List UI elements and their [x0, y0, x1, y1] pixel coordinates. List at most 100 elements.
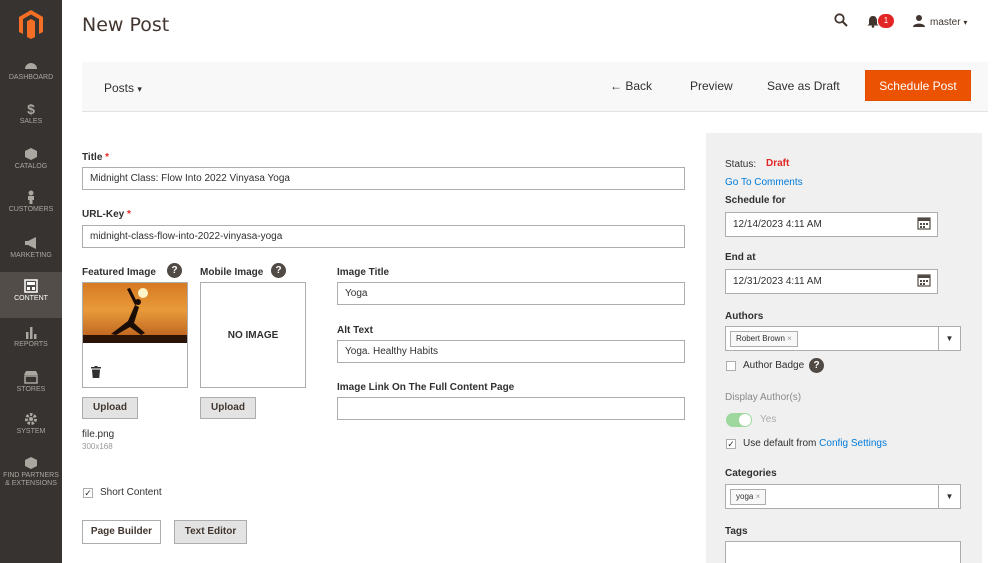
featured-image-label: Featured Image — [82, 267, 156, 278]
calendar-icon[interactable] — [917, 273, 931, 290]
categories-label: Categories — [725, 468, 777, 479]
end-at-label: End at — [725, 252, 756, 263]
tags-label: Tags — [725, 526, 748, 537]
required-asterisk: * — [127, 209, 131, 220]
bar-chart-icon — [23, 325, 39, 339]
category-tag-text: yoga — [736, 492, 754, 501]
sidebar-item-marketing[interactable]: MARKETING — [0, 236, 62, 266]
use-default-checkbox[interactable]: ✓ — [726, 439, 736, 449]
content-icon — [23, 279, 39, 293]
admin-sidebar: DASHBOARD $ SALES CATALOG CUSTOMERS MARK… — [0, 0, 62, 563]
sidebar-item-content[interactable]: CONTENT — [0, 272, 62, 318]
help-icon[interactable]: ? — [809, 358, 824, 373]
display-authors-label: Display Author(s) — [725, 392, 802, 403]
categories-select[interactable]: yoga × ▼ — [725, 484, 961, 509]
page-actions-bar — [82, 62, 988, 112]
gear-icon — [23, 412, 39, 426]
category-tag: yoga × — [730, 489, 767, 505]
megaphone-icon — [23, 236, 39, 250]
text-editor-button[interactable]: Text Editor — [174, 520, 247, 544]
use-default-text: Use default from — [743, 438, 817, 449]
short-content-checkbox[interactable]: ✓ — [83, 488, 93, 498]
back-button[interactable]: ← Back — [610, 79, 652, 93]
sidebar-item-label: SYSTEM — [16, 428, 46, 435]
save-draft-button[interactable]: Save as Draft — [767, 79, 840, 93]
magento-logo-icon[interactable] — [13, 6, 49, 42]
page-builder-button[interactable]: Page Builder — [82, 520, 161, 544]
no-image-text: NO IMAGE — [227, 330, 279, 341]
authors-select[interactable]: Robert Brown × ▼ — [725, 326, 961, 351]
dollar-icon: $ — [27, 101, 35, 117]
sidebar-item-dashboard[interactable]: DASHBOARD — [0, 58, 62, 90]
short-content-label: Short Content — [100, 487, 162, 498]
tags-input[interactable] — [725, 541, 961, 563]
sidebar-item-catalog[interactable]: CATALOG — [0, 147, 62, 177]
featured-image-thumbnail[interactable] — [83, 283, 187, 343]
posts-dropdown-label: Posts — [104, 81, 135, 95]
caret-down-icon: ▾ — [963, 18, 968, 27]
person-icon — [23, 190, 39, 204]
caret-down-icon: ▾ — [137, 84, 142, 94]
chevron-down-icon[interactable]: ▼ — [938, 327, 960, 350]
title-label-text: Title — [82, 152, 103, 163]
user-icon[interactable] — [912, 14, 926, 31]
sidebar-item-label: FIND PARTNERS & EXTENSIONS — [3, 472, 59, 487]
mobile-image-label: Mobile Image — [200, 267, 264, 278]
remove-tag-icon[interactable]: × — [787, 334, 792, 343]
user-menu[interactable]: master ▾ — [930, 17, 967, 28]
file-name: file.png — [82, 429, 115, 440]
use-default-label: Use default from Config Settings — [743, 438, 887, 449]
search-icon[interactable] — [834, 13, 848, 30]
featured-image-box — [82, 282, 188, 388]
schedule-date-input[interactable]: 12/14/2023 4:11 AM — [725, 212, 938, 237]
sidebar-item-sales[interactable]: $ SALES — [0, 102, 62, 132]
sidebar-item-customers[interactable]: CUSTOMERS — [0, 190, 62, 220]
sidebar-item-system[interactable]: SYSTEM — [0, 412, 62, 442]
file-dimensions: 300x168 — [82, 442, 113, 451]
remove-tag-icon[interactable]: × — [756, 492, 761, 501]
status-label: Status: — [725, 159, 757, 170]
help-icon[interactable]: ? — [167, 263, 182, 278]
trash-icon[interactable] — [91, 366, 101, 381]
sidebar-item-label: CUSTOMERS — [8, 206, 54, 213]
config-settings-link[interactable]: Config Settings — [819, 438, 887, 449]
status-value: Draft — [766, 158, 790, 169]
sidebar-item-stores[interactable]: STORES — [0, 370, 62, 400]
schedule-label: Schedule for — [725, 195, 786, 206]
box-icon — [23, 147, 39, 161]
urlkey-label-text: URL-Key — [82, 209, 125, 220]
mobile-image-box: NO IMAGE — [200, 282, 306, 388]
notification-badge[interactable]: 1 — [878, 14, 894, 28]
chevron-down-icon[interactable]: ▼ — [938, 485, 960, 508]
schedule-post-button[interactable]: Schedule Post — [865, 70, 971, 101]
sidebar-item-partners[interactable]: FIND PARTNERS & EXTENSIONS — [0, 456, 62, 496]
dashboard-icon — [23, 58, 39, 72]
image-link-label: Image Link On The Full Content Page — [337, 382, 515, 393]
display-authors-toggle[interactable] — [726, 413, 752, 427]
sidebar-item-label: MARKETING — [10, 252, 52, 259]
help-icon[interactable]: ? — [271, 263, 286, 278]
image-link-input[interactable] — [337, 397, 685, 420]
sidebar-item-label: CATALOG — [14, 163, 48, 170]
alt-text-input[interactable]: Yoga. Healthy Habits — [337, 340, 685, 363]
image-title-label: Image Title — [337, 267, 390, 278]
end-date-input[interactable]: 12/31/2023 4:11 AM — [725, 269, 938, 294]
author-badge-checkbox[interactable] — [726, 361, 736, 371]
author-badge-label: Author Badge — [743, 360, 805, 371]
title-input[interactable]: Midnight Class: Flow Into 2022 Vinyasa Y… — [82, 167, 685, 190]
sidebar-item-reports[interactable]: REPORTS — [0, 325, 62, 355]
sidebar-item-label: CONTENT — [14, 295, 48, 302]
arrow-left-icon: ← — [610, 79, 622, 93]
upload-featured-button[interactable]: Upload — [82, 397, 138, 419]
urlkey-input[interactable]: midnight-class-flow-into-2022-vinyasa-yo… — [82, 225, 685, 248]
posts-dropdown[interactable]: Posts ▾ — [104, 81, 142, 95]
sidebar-item-label: REPORTS — [14, 341, 48, 348]
image-title-input[interactable]: Yoga — [337, 282, 685, 305]
calendar-icon[interactable] — [917, 216, 931, 233]
urlkey-label: URL-Key * — [82, 209, 131, 220]
go-to-comments-link[interactable]: Go To Comments — [725, 177, 803, 188]
store-icon — [23, 370, 39, 384]
preview-button[interactable]: Preview — [690, 79, 733, 93]
required-asterisk: * — [105, 152, 110, 163]
upload-mobile-button[interactable]: Upload — [200, 397, 256, 419]
